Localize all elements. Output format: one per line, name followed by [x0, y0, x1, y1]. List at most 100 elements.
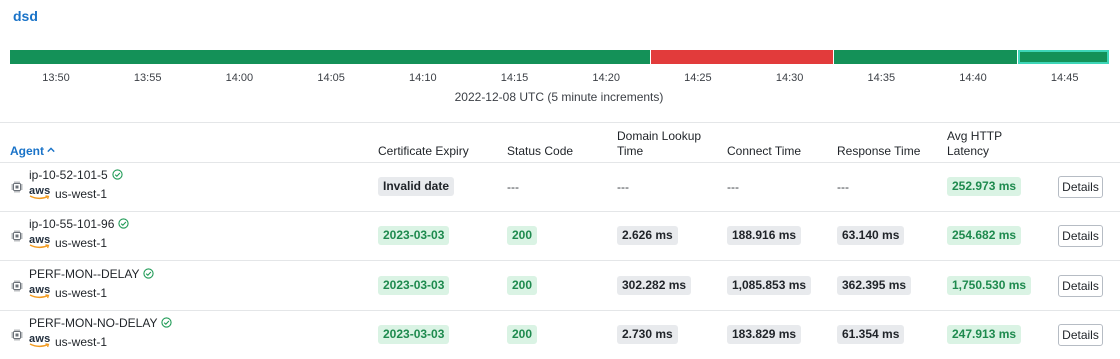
status-code-cell: 200 [507, 226, 538, 245]
details-button[interactable]: Details [1058, 225, 1103, 247]
aws-logo-icon: aws [29, 333, 50, 348]
latency-header[interactable]: Avg HTTP Latency [947, 129, 1002, 159]
latency-header-line1: Avg HTTP [947, 129, 1003, 143]
timeline-tick-label: 13:50 [42, 72, 70, 84]
details-button[interactable]: Details [1058, 324, 1103, 346]
cert-expiry-cell: 2023-03-03 [378, 325, 450, 344]
cert-expiry-header[interactable]: Certificate Expiry [378, 144, 469, 159]
aws-smile-icon [29, 294, 50, 299]
avg-latency-cell: 252.973 ms [947, 177, 1022, 196]
connect-time: --- [727, 180, 739, 194]
aws-smile-icon [29, 343, 50, 348]
agent-chip-icon [11, 230, 23, 242]
timeline-tick-label: 14:05 [317, 72, 345, 84]
aws-logo-icon: aws [29, 284, 50, 299]
agent-name[interactable]: PERF-MON--DELAY [29, 267, 155, 281]
check-circle-icon [143, 268, 155, 279]
dns-time-cell: 302.282 ms [617, 276, 692, 295]
table-row: ip-10-52-101-5 aws us-west-1 Invalid date --… [0, 163, 1120, 212]
details-button[interactable]: Details [1058, 176, 1103, 198]
cert-expiry-cell: Invalid date [378, 177, 455, 196]
timeline-tick-label: 14:00 [225, 72, 254, 84]
agent-name[interactable]: ip-10-55-101-96 [29, 217, 130, 231]
response-time: 362.395 ms [837, 276, 912, 295]
cert-expiry: 2023-03-03 [378, 226, 450, 245]
connect-time-cell: 183.829 ms [727, 325, 802, 344]
timeline-segment-ok_selected[interactable] [1018, 50, 1109, 64]
agent-region: us-west-1 [55, 187, 108, 201]
dns-time: 302.282 ms [617, 276, 692, 295]
connect-time-header[interactable]: Connect Time [727, 144, 801, 159]
dns-time: --- [617, 180, 629, 194]
chevron-up-icon [47, 147, 55, 153]
timeline-tick-label: 14:45 [1050, 72, 1079, 84]
status-code-cell: 200 [507, 276, 538, 295]
table-row: PERF-MON-NO-DELAY aws us-west-1 2023-03-03 2… [0, 311, 1120, 359]
agent-column-header[interactable]: Agent [10, 144, 55, 159]
avg-latency-cell: 247.913 ms [947, 325, 1022, 344]
timeline-segment-ok[interactable] [833, 50, 1018, 64]
dns-time-header[interactable]: Domain Lookup Time [617, 129, 701, 159]
aws-logo-icon: aws [29, 185, 50, 200]
connect-time-cell: 1,085.853 ms [727, 276, 812, 295]
agent-header-label: Agent [10, 144, 44, 158]
agent-name[interactable]: PERF-MON-NO-DELAY [29, 316, 173, 330]
agent-chip-icon [11, 329, 23, 341]
agent-name[interactable]: ip-10-52-101-5 [29, 168, 123, 182]
check-circle-icon [161, 317, 173, 328]
timeline-tick-label: 14:15 [500, 72, 529, 84]
status-code-cell: 200 [507, 325, 538, 344]
timeline-segment-fail[interactable] [651, 50, 833, 64]
status-code: 200 [507, 226, 538, 245]
cert-expiry: 2023-03-03 [378, 276, 450, 295]
table-header: Agent Certificate Expiry Status Code Dom… [0, 122, 1120, 163]
aws-logo-icon: aws [29, 234, 50, 249]
table-row: PERF-MON--DELAY aws us-west-1 2023-03-03 200… [0, 262, 1120, 311]
status-code: --- [507, 180, 519, 194]
dns-header-line2: Time [617, 144, 644, 158]
timeline-axis: 13:50 13:55 14:00 14:05 14:10 14:15 14:20 14:25… [0, 72, 1120, 86]
timeline-caption: 2022-12-08 UTC (5 minute increments) [454, 90, 664, 104]
check-circle-icon [112, 169, 123, 180]
timeline-tick-label: 13:55 [133, 72, 162, 84]
cert-expiry: 2023-03-03 [378, 325, 450, 344]
agent-chip-icon [11, 280, 23, 292]
status-code-cell: --- [507, 180, 519, 194]
agent-name-text: ip-10-52-101-5 [29, 168, 108, 182]
response-time-cell: 61.354 ms [837, 325, 905, 344]
avg-latency: 1,750.530 ms [947, 276, 1032, 295]
dns-time: 2.730 ms [617, 325, 678, 344]
timeline-tick-label: 14:30 [775, 72, 804, 84]
connect-time: 1,085.853 ms [727, 276, 812, 295]
connect-time-cell: 188.916 ms [727, 226, 802, 245]
timeline-tick-label: 14:35 [867, 72, 896, 84]
response-time-cell: 63.140 ms [837, 226, 905, 245]
agent-region: us-west-1 [55, 236, 108, 250]
avg-latency: 252.973 ms [947, 177, 1022, 196]
response-time: 61.354 ms [837, 325, 905, 344]
status-timeline [10, 50, 1109, 64]
dns-time-cell: 2.730 ms [617, 325, 678, 344]
details-button[interactable]: Details [1058, 275, 1103, 297]
connect-time: 188.916 ms [727, 226, 802, 245]
status-code: 200 [507, 325, 538, 344]
dns-time-cell: 2.626 ms [617, 226, 678, 245]
page-title[interactable]: dsd [13, 8, 38, 24]
cert-expiry: Invalid date [378, 177, 455, 196]
timeline-segment-ok[interactable] [10, 50, 651, 64]
response-time-cell: 362.395 ms [837, 276, 912, 295]
timeline-tick-label: 14:20 [592, 72, 620, 84]
avg-latency-cell: 254.682 ms [947, 226, 1022, 245]
agent-name-text: ip-10-55-101-96 [29, 217, 115, 231]
avg-latency-cell: 1,750.530 ms [947, 276, 1032, 295]
table-row: ip-10-55-101-96 aws us-west-1 2023-03-03 200… [0, 212, 1120, 261]
latency-header-line2: Latency [947, 144, 990, 158]
timeline-tick-label: 14:10 [409, 72, 437, 84]
check-circle-icon [118, 218, 130, 229]
dns-time-cell: --- [617, 180, 629, 194]
response-time-header[interactable]: Response Time [837, 144, 920, 159]
cert-expiry-cell: 2023-03-03 [378, 276, 450, 295]
dns-time: 2.626 ms [617, 226, 678, 245]
status-code-header[interactable]: Status Code [507, 144, 573, 159]
agent-chip-icon [11, 181, 23, 193]
